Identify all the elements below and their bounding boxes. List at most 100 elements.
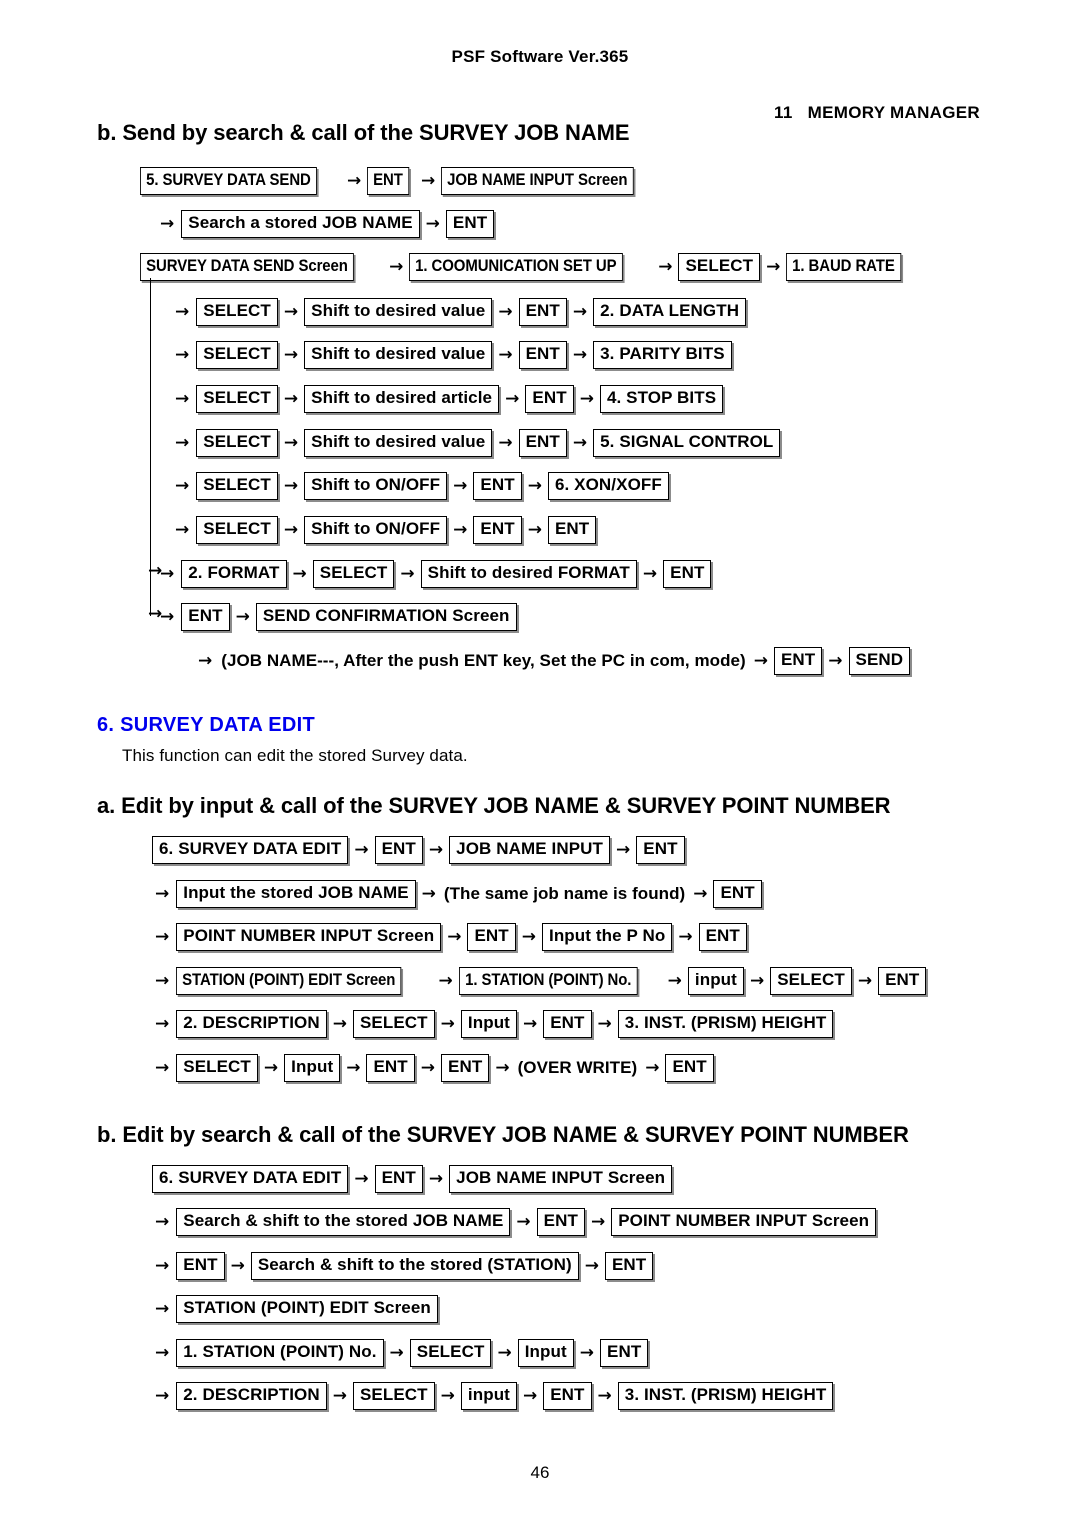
flow-arrow-icon: →: [160, 563, 175, 584]
flow-step-box[interactable]: POINT NUMBER INPUT Screen: [611, 1208, 877, 1236]
flow-step-box[interactable]: Shift to desired FORMAT: [420, 560, 637, 588]
flow-step-box[interactable]: SELECT: [196, 385, 278, 413]
flow-step-box[interactable]: ENT: [636, 836, 685, 864]
flow-arrow-icon: →: [354, 1168, 369, 1189]
flow-step-box[interactable]: ENT: [176, 1252, 225, 1280]
flow-step-box[interactable]: STATION (POINT) EDIT Screen: [176, 1295, 438, 1323]
flow-step-box[interactable]: ENT: [543, 1382, 592, 1410]
flow-step-box[interactable]: SELECT: [196, 516, 278, 544]
flow-step-box[interactable]: ENT: [445, 210, 495, 238]
flow-arrow-icon: →: [527, 519, 542, 540]
flow-step-box[interactable]: 1. STATION (POINT) No.: [458, 967, 638, 995]
flow-step-box[interactable]: SELECT: [312, 560, 395, 588]
flow-step-box[interactable]: SELECT: [196, 429, 278, 457]
flow-step-box[interactable]: SELECT: [196, 298, 278, 326]
flow-step-box[interactable]: Input the P No: [542, 923, 673, 951]
flow-step-box[interactable]: POINT NUMBER INPUT Screen: [176, 923, 442, 951]
flow-step-box[interactable]: 6. XON/XOFF: [547, 472, 669, 500]
flow-step-box[interactable]: 1. COOMUNICATION SET UP: [409, 253, 624, 281]
flow-step-box[interactable]: 2. DATA LENGTH: [593, 298, 747, 326]
flow-step-box[interactable]: 6. SURVEY DATA EDIT: [152, 1165, 349, 1193]
flow-step-box[interactable]: STATION (POINT) EDIT Screen: [176, 967, 402, 995]
flow-step-box[interactable]: 5. SIGNAL CONTROL: [593, 429, 781, 457]
flow-step-box[interactable]: ENT: [367, 167, 410, 195]
flow-step-box[interactable]: Shift to desired value: [304, 341, 493, 369]
flow-step-box[interactable]: SELECT: [196, 341, 278, 369]
flow-arrow-icon: →: [155, 883, 170, 904]
flow-step-box[interactable]: ENT: [525, 385, 574, 413]
flow-step-box[interactable]: 3. INST. (PRISM) HEIGHT: [617, 1382, 834, 1410]
flow-step-box[interactable]: ENT: [518, 341, 567, 369]
flow-step-box[interactable]: SELECT: [196, 472, 278, 500]
flow-step-box[interactable]: SEND: [848, 647, 911, 675]
flow-step-box[interactable]: ENT: [518, 429, 567, 457]
flow-arrow-icon: →: [155, 1013, 170, 1034]
flow-step-box[interactable]: Search & shift to the stored (STATION): [250, 1252, 579, 1280]
flow-step-box[interactable]: SELECT: [352, 1382, 435, 1410]
flow-step-box[interactable]: ENT: [181, 603, 230, 631]
flow-step-box[interactable]: ENT: [713, 880, 762, 908]
flow-step-box[interactable]: ENT: [473, 516, 522, 544]
flow-step-box[interactable]: input: [687, 967, 744, 995]
flow-step-box[interactable]: ENT: [543, 1010, 592, 1038]
flow-step-box[interactable]: Shift to ON/OFF: [304, 516, 448, 544]
flow-step-box[interactable]: ENT: [518, 298, 567, 326]
flow-step-box[interactable]: Shift to ON/OFF: [304, 472, 448, 500]
flow-step-box[interactable]: ENT: [374, 836, 423, 864]
heading-edit-by-search: b. Edit by search & call of the SURVEY J…: [97, 1122, 909, 1147]
flow-step-box[interactable]: ENT: [878, 967, 927, 995]
flow-row: 6. SURVEY DATA EDIT → ENT → JOB NAME INPUT → E…: [152, 836, 685, 864]
flow-step-box[interactable]: 1. STATION (POINT) No.: [176, 1339, 384, 1367]
flow-step-box[interactable]: ENT: [473, 472, 522, 500]
flow-step-box[interactable]: 5. SURVEY DATA SEND: [140, 167, 317, 195]
flow-step-box[interactable]: 3. INST. (PRISM) HEIGHT: [617, 1010, 834, 1038]
flow-step-box[interactable]: ENT: [663, 560, 712, 588]
flow-arrow-icon: →: [155, 926, 170, 947]
flow-step-box[interactable]: SELECT: [678, 253, 761, 281]
flow-step-box[interactable]: ENT: [547, 516, 597, 544]
flow-step-box[interactable]: Input: [517, 1339, 574, 1367]
flow-step-box[interactable]: ENT: [374, 1165, 423, 1193]
flow-step-box[interactable]: 2. FORMAT: [181, 560, 287, 588]
flow-step-box[interactable]: ENT: [665, 1054, 714, 1082]
flow-arrow-icon: →: [572, 344, 588, 365]
flow-step-box[interactable]: SELECT: [352, 1010, 435, 1038]
flow-step-box[interactable]: ENT: [467, 923, 516, 951]
flow-step-box[interactable]: ENT: [604, 1252, 654, 1280]
flow-step-box[interactable]: Shift to desired value: [304, 298, 493, 326]
flow-step-box[interactable]: Input: [284, 1054, 341, 1082]
flow-step-box[interactable]: SELECT: [409, 1339, 492, 1367]
flow-step-box[interactable]: JOB NAME INPUT Screen: [441, 167, 634, 195]
flow-step-note: (The same job name is found): [443, 884, 686, 903]
flow-step-box[interactable]: 6. SURVEY DATA EDIT: [152, 836, 349, 864]
flow-step-box[interactable]: 3. PARITY BITS: [593, 341, 732, 369]
flow-step-box[interactable]: ENT: [441, 1054, 490, 1082]
flow-step-box[interactable]: SEND CONFIRMATION Screen: [255, 603, 517, 631]
flow-arrow-icon: →: [505, 388, 520, 409]
flow-arrow-icon: →: [425, 213, 440, 234]
flow-step-box[interactable]: ENT: [600, 1339, 649, 1367]
flow-step-box[interactable]: 2. DESCRIPTION: [176, 1382, 327, 1410]
flow-step-box[interactable]: 2. DESCRIPTION: [176, 1010, 327, 1038]
flow-step-box[interactable]: Input: [460, 1010, 517, 1038]
flow-step-box[interactable]: JOB NAME INPUT Screen: [449, 1165, 673, 1193]
flow-step-box[interactable]: Search a stored JOB NAME: [181, 210, 420, 238]
flow-step-box[interactable]: input: [460, 1382, 517, 1410]
flow-step-box[interactable]: ENT: [773, 647, 823, 675]
flow-step-box[interactable]: ENT: [366, 1054, 415, 1082]
flow-step-box[interactable]: Shift to desired value: [304, 429, 493, 457]
flow-arrow-icon: →: [283, 519, 299, 540]
flow-step-box[interactable]: SURVEY DATA SEND Screen: [140, 253, 354, 281]
flow-step-box[interactable]: 4. STOP BITS: [599, 385, 724, 413]
flow-step-box[interactable]: SELECT: [176, 1054, 258, 1082]
flow-step-box[interactable]: 1. BAUD RATE: [786, 253, 902, 281]
flow-row: → STATION (POINT) EDIT Screen: [155, 1295, 438, 1323]
flow-arrow-icon: →: [354, 839, 369, 860]
flow-step-box[interactable]: JOB NAME INPUT: [449, 836, 610, 864]
flow-step-box[interactable]: ENT: [536, 1208, 585, 1236]
flow-step-box[interactable]: ENT: [698, 923, 747, 951]
flow-step-box[interactable]: Shift to desired article: [304, 385, 500, 413]
flow-step-box[interactable]: SELECT: [770, 967, 852, 995]
flow-step-box[interactable]: Input the stored JOB NAME: [176, 880, 416, 908]
flow-step-box[interactable]: Search & shift to the stored JOB NAME: [176, 1208, 511, 1236]
